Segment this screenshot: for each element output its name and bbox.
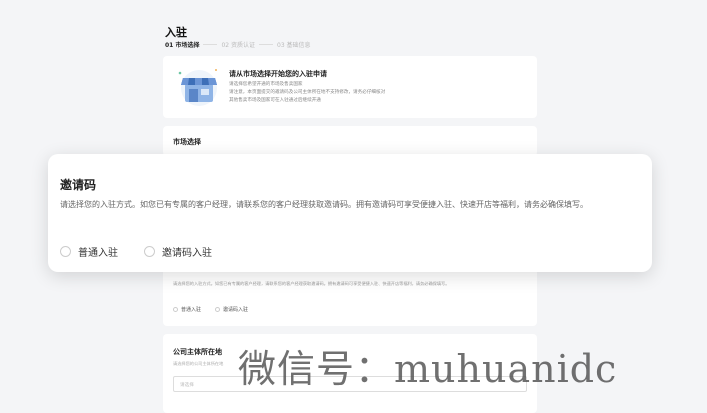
entry-mode-label: 邀请码入驻 xyxy=(223,307,249,313)
radio-icon[interactable] xyxy=(173,307,178,312)
step-divider xyxy=(203,44,218,45)
invite-code-description: 请选择您的入驻方式。如您已有专属的客户经理，请联系您的客户经理获取邀请码。拥有邀… xyxy=(173,281,450,286)
entry-mode-options: 普通入驻 邀请码入驻 xyxy=(173,306,262,313)
company-location-title: 公司主体所在地 xyxy=(173,348,222,356)
page: 入驻 01 市场选择 02 资质认证 03 基础信息 请从市场选择开始您的入驻申… xyxy=(0,0,707,413)
radio-icon[interactable] xyxy=(60,246,71,257)
radio-icon[interactable] xyxy=(144,246,155,257)
step-basic-info[interactable]: 03 基础信息 xyxy=(277,40,311,49)
intro-line: 请选择您希望开通的市场及售卖国家 xyxy=(229,82,303,87)
market-selection-card: 市场选择 xyxy=(163,126,537,156)
company-location-hint: 请选择您的公司主体所在地 xyxy=(173,361,224,366)
entry-mode-invite[interactable]: 邀请码入驻 xyxy=(215,306,248,313)
step-divider xyxy=(259,44,273,45)
radio-icon[interactable] xyxy=(215,307,221,312)
page-title: 入驻 xyxy=(165,26,187,39)
popup-option-label: 普通入驻 xyxy=(78,248,118,259)
popup-entry-mode-options: 普通入驻 邀请码入驻 xyxy=(60,244,238,259)
step-qualification[interactable]: 02 资质认证 xyxy=(221,40,255,49)
intro-title: 请从市场选择开始您的入驻申请 xyxy=(229,70,327,78)
market-selection-title: 市场选择 xyxy=(173,138,201,146)
popup-option-label: 邀请码入驻 xyxy=(162,248,212,259)
step-market[interactable]: 01 市场选择 xyxy=(165,40,199,49)
intro-line: 请注意，本页面提交的邀请码及公司主体所在地不支持修改，请务必仔细核对 xyxy=(229,90,386,95)
step-indicator: 01 市场选择 02 资质认证 03 基础信息 xyxy=(165,40,311,49)
storefront-illustration-icon xyxy=(178,69,217,106)
popup-option-standard[interactable]: 普通入驻 xyxy=(60,244,118,259)
invite-code-card: 请选择您的入驻方式。如您已有专属的客户经理，请联系您的客户经理获取邀请码。拥有邀… xyxy=(163,268,537,326)
intro-card: 请从市场选择开始您的入驻申请 请选择您希望开通的市场及售卖国家 请注意，本页面提… xyxy=(163,56,537,118)
entry-mode-standard[interactable]: 普通入驻 xyxy=(173,306,201,313)
entry-mode-label: 普通入驻 xyxy=(181,307,202,313)
watermark: 微信号：muhuanidc xyxy=(238,347,618,391)
popup-option-invite[interactable]: 邀请码入驻 xyxy=(144,244,212,259)
popup-title: 邀请码 xyxy=(60,178,97,192)
intro-line: 其他售卖市场及国家可在入驻通过后继续开通 xyxy=(229,98,321,103)
invite-code-popup: 邀请码 请选择您的入驻方式。如您已有专属的客户经理，请联系您的客户经理获取邀请码… xyxy=(48,154,652,272)
popup-description: 请选择您的入驻方式。如您已有专属的客户经理，请联系您的客户经理获取邀请码。拥有邀… xyxy=(60,200,588,209)
